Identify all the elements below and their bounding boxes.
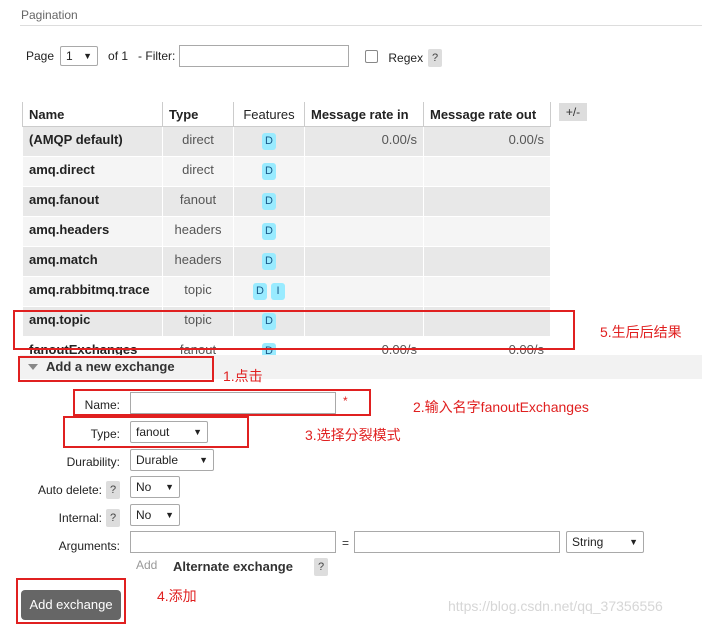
page-count: of 1	[108, 49, 129, 63]
durable-badge: D	[262, 133, 276, 150]
annotation-note-3: 3.选择分裂模式	[305, 427, 401, 443]
chevron-down-icon: ▼	[629, 537, 638, 547]
col-header-rate-out[interactable]: Message rate out	[423, 102, 551, 127]
durable-badge: D	[262, 193, 276, 210]
annotation-box-click	[18, 356, 214, 382]
message-rate-out: 0.00/s	[423, 126, 551, 157]
exchange-type: fanout	[162, 186, 234, 217]
durable-badge: D	[262, 223, 276, 240]
auto-delete-label: Auto delete:	[37, 483, 102, 497]
regex-help-button[interactable]: ?	[428, 49, 443, 67]
page-select-value: 1	[66, 49, 73, 63]
exchange-name-link[interactable]: amq.fanout	[22, 186, 163, 217]
message-rate-in	[304, 156, 424, 187]
chevron-down-icon: ▼	[83, 51, 93, 61]
alternate-exchange-help-button[interactable]: ?	[314, 558, 328, 576]
chevron-down-icon: ▼	[165, 510, 174, 520]
message-rate-in: 0.00/s	[304, 126, 424, 157]
chevron-down-icon: ▼	[199, 455, 208, 465]
table-row[interactable]: amq.direct direct D	[22, 156, 551, 187]
auto-delete-select[interactable]: No ▼	[130, 476, 180, 498]
filter-label: - Filter:	[138, 49, 176, 63]
table-row[interactable]: amq.headers headers D	[22, 216, 551, 247]
arguments-label: Arguments:	[58, 539, 120, 553]
auto-delete-select-value: No	[136, 480, 152, 494]
exchange-type: direct	[162, 156, 234, 187]
table-row[interactable]: amq.match headers D	[22, 246, 551, 277]
annotation-box-name	[73, 389, 371, 416]
section-title: Pagination	[21, 8, 78, 22]
message-rate-out	[423, 186, 551, 217]
argument-value-input[interactable]	[354, 531, 560, 553]
add-argument-link[interactable]: Add	[136, 558, 157, 572]
auto-delete-help-button[interactable]: ?	[106, 481, 120, 499]
message-rate-out	[423, 246, 551, 277]
exchange-name-link[interactable]: amq.direct	[22, 156, 163, 187]
filter-input[interactable]	[179, 45, 350, 67]
table-row[interactable]: amq.rabbitmq.trace topic D I	[22, 276, 551, 307]
page-label: Page	[26, 49, 55, 63]
exchange-name-link[interactable]: amq.rabbitmq.trace	[22, 276, 163, 307]
message-rate-out	[423, 216, 551, 247]
internal-help-button[interactable]: ?	[106, 509, 120, 527]
internal-select-value: No	[136, 508, 152, 522]
argument-type-select[interactable]: String ▼	[566, 531, 644, 553]
annotation-note-5: 5.生后后结果	[600, 324, 682, 340]
durability-select-value: Durable	[136, 453, 179, 467]
exchange-features: D	[233, 246, 305, 277]
exchange-type: headers	[162, 246, 234, 277]
internal-select[interactable]: No ▼	[130, 504, 180, 526]
regex-label: Regex	[388, 51, 424, 65]
annotation-note-1: 1.点击	[223, 368, 263, 384]
chevron-down-icon: ▼	[165, 482, 174, 492]
col-header-rate-in[interactable]: Message rate in	[304, 102, 424, 127]
exchange-type: headers	[162, 216, 234, 247]
exchange-name-link[interactable]: amq.headers	[22, 216, 163, 247]
message-rate-out	[423, 156, 551, 187]
argument-type-value: String	[572, 535, 604, 549]
message-rate-in	[304, 216, 424, 247]
col-header-type[interactable]: Type	[162, 102, 234, 127]
argument-key-input[interactable]	[130, 531, 336, 553]
durable-badge: D	[262, 253, 276, 270]
alternate-exchange-link[interactable]: Alternate exchange	[173, 559, 293, 574]
equals-sign: =	[342, 536, 350, 550]
table-row[interactable]: amq.fanout fanout D	[22, 186, 551, 217]
internal-label: Internal:	[58, 511, 102, 525]
col-header-features[interactable]: Features	[233, 102, 305, 127]
durable-badge: D	[262, 163, 276, 180]
message-rate-in	[304, 246, 424, 277]
message-rate-out	[423, 276, 551, 307]
col-header-name[interactable]: Name	[22, 102, 163, 127]
annotation-box-result	[13, 310, 575, 350]
message-rate-in	[304, 276, 424, 307]
exchange-type: topic	[162, 276, 234, 307]
exchange-features: D	[233, 186, 305, 217]
durability-select[interactable]: Durable ▼	[130, 449, 214, 471]
internal-badge: I	[271, 283, 285, 300]
page-select[interactable]: 1 ▼	[60, 46, 99, 66]
durability-label: Durability:	[66, 455, 120, 469]
columns-toggle-button[interactable]: +/-	[559, 103, 587, 121]
annotation-box-add	[16, 578, 126, 624]
exchange-name-link[interactable]: (AMQP default)	[22, 126, 163, 157]
exchange-features: D	[233, 156, 305, 187]
message-rate-in	[304, 186, 424, 217]
annotation-note-2: 2.输入名字fanoutExchanges	[413, 399, 589, 415]
durable-badge: D	[253, 283, 267, 300]
pagination-bar: Page 1 ▼ of 1 - Filter: Regex ?	[26, 45, 443, 67]
section-divider	[20, 25, 702, 26]
table-header-row: Name Type Features Message rate in Messa…	[22, 102, 551, 127]
exchange-type: direct	[162, 126, 234, 157]
annotation-box-type	[63, 416, 249, 448]
annotation-note-4: 4.添加	[157, 588, 197, 604]
exchange-features: D	[233, 216, 305, 247]
watermark: https://blog.csdn.net/qq_37356556	[448, 598, 663, 614]
exchange-features: D	[233, 126, 305, 157]
regex-checkbox[interactable]	[365, 49, 379, 63]
table-row[interactable]: (AMQP default) direct D 0.00/s 0.00/s	[22, 126, 551, 157]
exchange-name-link[interactable]: amq.match	[22, 246, 163, 277]
exchange-features: DI	[233, 276, 305, 307]
